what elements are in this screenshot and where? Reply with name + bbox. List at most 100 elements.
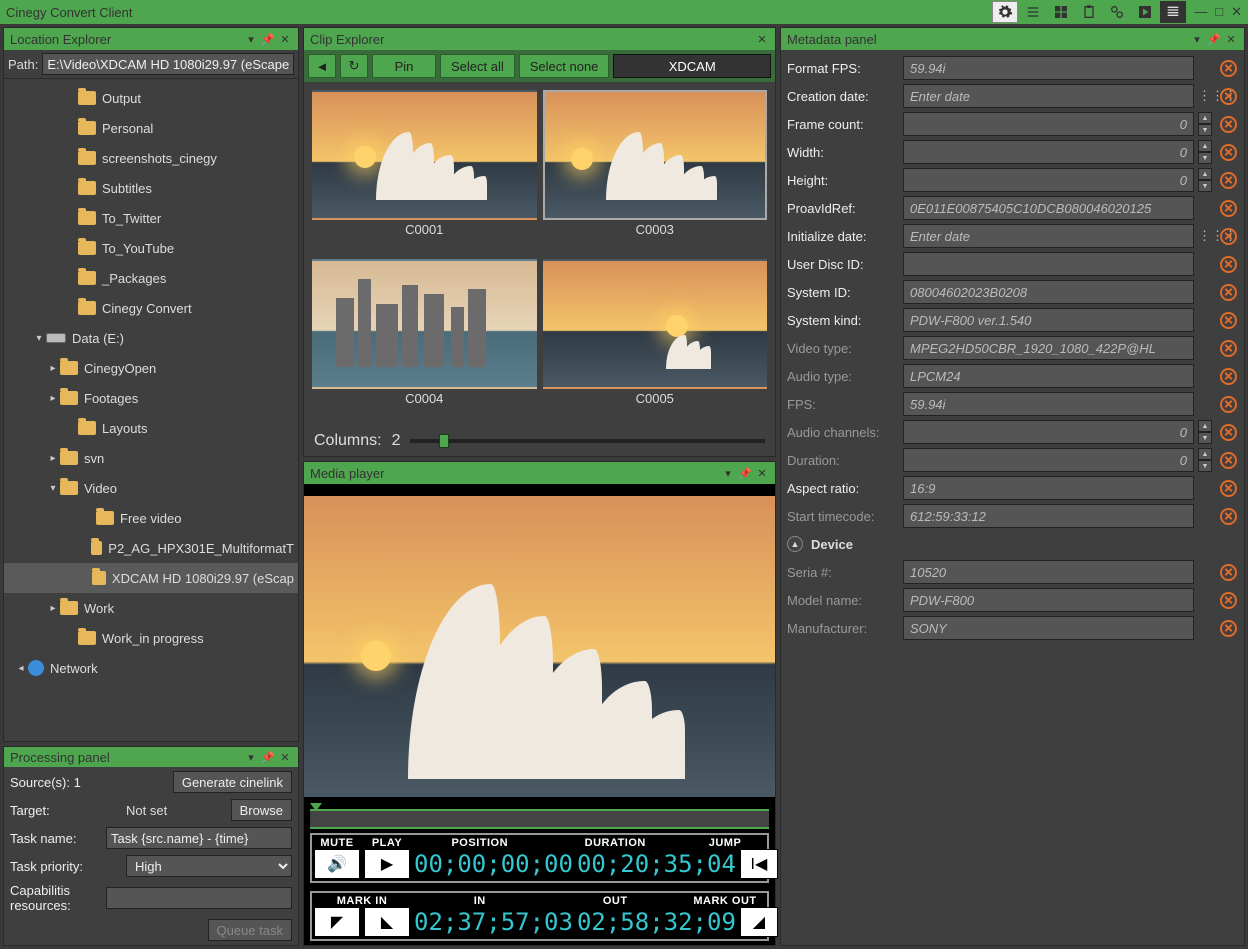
- clear-button[interactable]: [1220, 312, 1237, 329]
- clear-button[interactable]: [1220, 564, 1237, 581]
- clear-button[interactable]: [1220, 424, 1237, 441]
- metadata-value[interactable]: 0: [903, 112, 1194, 136]
- back-button[interactable]: ◄: [308, 54, 336, 78]
- clip-item[interactable]: C0003: [543, 90, 768, 253]
- jump-start-button[interactable]: I◀: [740, 849, 778, 879]
- tree-node[interactable]: XDCAM HD 1080i29.97 (eScap: [4, 563, 298, 593]
- metadata-value[interactable]: SONY: [903, 616, 1194, 640]
- metadata-value[interactable]: 0: [903, 140, 1194, 164]
- clear-button[interactable]: [1220, 480, 1237, 497]
- tree-node[interactable]: ▾Video: [4, 473, 298, 503]
- dropdown-icon[interactable]: ▾: [721, 467, 735, 480]
- tree-node[interactable]: To_Twitter: [4, 203, 298, 233]
- pin-icon[interactable]: 📌: [738, 467, 752, 480]
- tree-node[interactable]: Work_in progress: [4, 623, 298, 653]
- collapse-icon[interactable]: ▲: [787, 536, 803, 552]
- metadata-value[interactable]: 0E011E00875405C10DCB080046020125: [903, 196, 1194, 220]
- task-name-input[interactable]: [106, 827, 292, 849]
- tree-node[interactable]: screenshots_cinegy: [4, 143, 298, 173]
- pin-button[interactable]: Pin: [372, 54, 436, 78]
- close-icon[interactable]: ✕: [278, 751, 292, 764]
- folder-tree[interactable]: OutputPersonalscreenshots_cinegySubtitle…: [4, 79, 298, 741]
- tree-node[interactable]: Output: [4, 83, 298, 113]
- dropdown-icon[interactable]: ▾: [244, 751, 258, 764]
- generate-cinelink-button[interactable]: Generate cinelink: [173, 771, 292, 793]
- tree-node[interactable]: Subtitles: [4, 173, 298, 203]
- metadata-value[interactable]: 612:59:33:12: [903, 504, 1194, 528]
- close-icon[interactable]: ✕: [755, 33, 769, 46]
- mark-out-a-button[interactable]: ◢: [740, 907, 778, 937]
- clipboard-icon[interactable]: [1076, 1, 1102, 23]
- select-none-button[interactable]: Select none: [519, 54, 610, 78]
- close-icon[interactable]: ✕: [1224, 33, 1238, 46]
- pin-icon[interactable]: 📌: [261, 33, 275, 46]
- clear-button[interactable]: [1220, 88, 1237, 105]
- grid-icon[interactable]: [1048, 1, 1074, 23]
- dropdown-icon[interactable]: ▾: [1190, 33, 1204, 46]
- metadata-value[interactable]: 10520: [903, 560, 1194, 584]
- grid-icon[interactable]: ⋮⋮⋮: [1198, 88, 1216, 104]
- mark-in-a-button[interactable]: ◤: [314, 907, 360, 937]
- tree-node[interactable]: ▸Footages: [4, 383, 298, 413]
- mute-button[interactable]: 🔊: [314, 849, 360, 879]
- maximize-icon[interactable]: □: [1215, 4, 1223, 20]
- metadata-value[interactable]: PDW-F800 ver.1.540: [903, 308, 1194, 332]
- metadata-value[interactable]: 59.94i: [903, 392, 1194, 416]
- queue-task-button[interactable]: Queue task: [208, 919, 293, 941]
- metadata-value[interactable]: [903, 252, 1194, 276]
- metadata-value[interactable]: Enter date: [903, 84, 1194, 108]
- clear-button[interactable]: [1220, 284, 1237, 301]
- metadata-value[interactable]: LPCM24: [903, 364, 1194, 388]
- tree-node[interactable]: ◂Network: [4, 653, 298, 683]
- tree-node[interactable]: To_YouTube: [4, 233, 298, 263]
- minimize-icon[interactable]: —: [1194, 4, 1207, 20]
- metadata-value[interactable]: PDW-F800: [903, 588, 1194, 612]
- list-icon[interactable]: [1020, 1, 1046, 23]
- spinner[interactable]: ▲▼: [1198, 140, 1212, 164]
- play-button[interactable]: ▶: [364, 849, 410, 879]
- clear-button[interactable]: [1220, 368, 1237, 385]
- tree-node[interactable]: Free video: [4, 503, 298, 533]
- play-icon[interactable]: [1132, 1, 1158, 23]
- clear-button[interactable]: [1220, 256, 1237, 273]
- panel-icon[interactable]: [1160, 1, 1186, 23]
- metadata-value[interactable]: 16:9: [903, 476, 1194, 500]
- tree-node[interactable]: ▸svn: [4, 443, 298, 473]
- metadata-value[interactable]: 0: [903, 420, 1194, 444]
- tree-node[interactable]: Personal: [4, 113, 298, 143]
- close-icon[interactable]: ✕: [755, 467, 769, 480]
- metadata-value[interactable]: 08004602023B0208: [903, 280, 1194, 304]
- metadata-value[interactable]: 59.94i: [903, 56, 1194, 80]
- clear-button[interactable]: [1220, 172, 1237, 189]
- clear-button[interactable]: [1220, 60, 1237, 77]
- spinner[interactable]: ▲▼: [1198, 112, 1212, 136]
- metadata-value[interactable]: MPEG2HD50CBR_1920_1080_422P@HL: [903, 336, 1194, 360]
- clip-item[interactable]: C0005: [543, 259, 768, 422]
- grid-icon[interactable]: ⋮⋮⋮: [1198, 228, 1216, 244]
- clear-button[interactable]: [1220, 116, 1237, 133]
- spinner[interactable]: ▲▼: [1198, 168, 1212, 192]
- select-all-button[interactable]: Select all: [440, 54, 515, 78]
- pin-icon[interactable]: 📌: [261, 751, 275, 764]
- clear-button[interactable]: [1220, 228, 1237, 245]
- tree-node[interactable]: P2_AG_HPX301E_MultiformatT: [4, 533, 298, 563]
- clear-button[interactable]: [1220, 340, 1237, 357]
- spinner[interactable]: ▲▼: [1198, 420, 1212, 444]
- clear-button[interactable]: [1220, 144, 1237, 161]
- dropdown-icon[interactable]: ▾: [244, 33, 258, 46]
- gear-icon[interactable]: [992, 1, 1018, 23]
- tree-node[interactable]: Cinegy Convert: [4, 293, 298, 323]
- metadata-value[interactable]: 0: [903, 448, 1194, 472]
- refresh-button[interactable]: ↻: [340, 54, 368, 78]
- close-icon[interactable]: ✕: [1231, 4, 1242, 20]
- clear-button[interactable]: [1220, 200, 1237, 217]
- clear-button[interactable]: [1220, 396, 1237, 413]
- clip-item[interactable]: C0004: [312, 259, 537, 422]
- pin-icon[interactable]: 📌: [1207, 33, 1221, 46]
- clip-item[interactable]: C0001: [312, 90, 537, 253]
- gears-icon[interactable]: [1104, 1, 1130, 23]
- tree-node[interactable]: ▾Data (E:): [4, 323, 298, 353]
- clear-button[interactable]: [1220, 592, 1237, 609]
- columns-slider[interactable]: [410, 439, 765, 443]
- timeline[interactable]: [310, 809, 769, 829]
